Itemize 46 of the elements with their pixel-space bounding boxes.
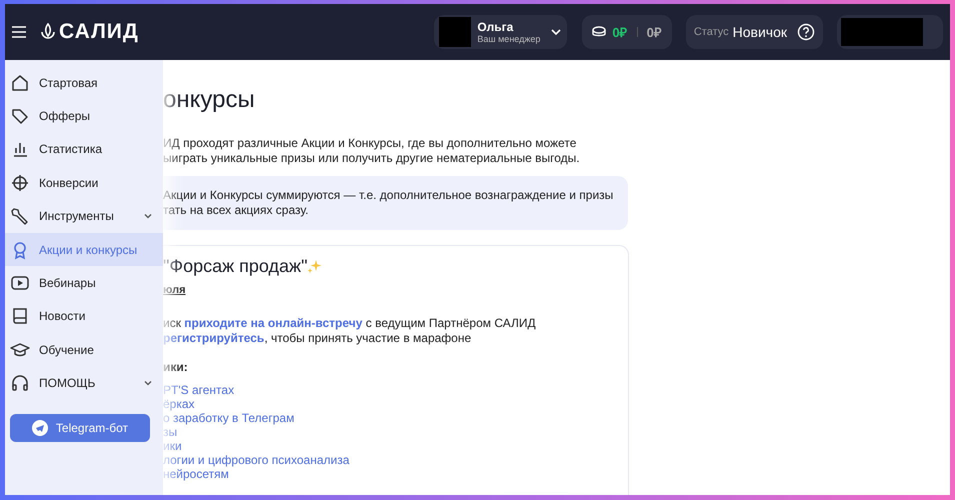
help-icon[interactable]: [797, 23, 815, 41]
telegram-bot-button[interactable]: Telegram-бот: [10, 414, 150, 442]
paper-plane-icon: [32, 420, 48, 436]
sidebar-item[interactable]: Инструменты: [5, 200, 163, 233]
logo-icon: [40, 23, 56, 41]
hold-balance: 0₽: [646, 24, 662, 41]
chevron-down-icon: [550, 27, 562, 37]
step-text: иск приходите на онлайн-встречу с ведущим Партнёром САЛИД: [163, 316, 537, 331]
info-text: Акции и Конкурсы суммируются — т.е. дополнительное вознаграждение и призы: [163, 188, 614, 203]
manager-dropdown[interactable]: Ольга Ваш менеджер: [434, 15, 568, 49]
manager-role: Ваш менеджер: [477, 34, 542, 44]
wrench-icon: [10, 206, 30, 226]
topics-label: ики:: [163, 360, 189, 375]
available-balance: 0₽: [612, 24, 628, 41]
coin-icon: [592, 26, 606, 38]
sidebar-item[interactable]: Вебинары: [5, 266, 163, 300]
intro-text: ыиграть уникальные призы или получить другие нематериальные выгоды.: [163, 151, 581, 166]
crosshair-icon: [10, 172, 30, 193]
sidebar-item[interactable]: Статистика: [5, 132, 163, 166]
page-title: онкурсы: [163, 86, 256, 114]
topic-link[interactable]: PT'S агентах: [163, 383, 628, 397]
date-text: юля: [163, 283, 187, 298]
status-label: Статус: [694, 26, 729, 38]
sidebar-item[interactable]: Обучение: [5, 333, 163, 367]
topic-link[interactable]: о заработку в Телеграм: [163, 411, 628, 425]
sidebar-item[interactable]: ПОМОЩЬ: [5, 366, 163, 400]
brand-logo[interactable]: САЛИД: [59, 20, 139, 44]
card-title: "Форсаж продаж": [163, 256, 308, 277]
sidebar-item[interactable]: Конверсии: [5, 166, 163, 200]
menu-icon[interactable]: [12, 26, 26, 38]
manager-name: Ольга: [477, 20, 514, 34]
sidebar-item[interactable]: Офферы: [5, 99, 163, 133]
status-value: Новичок: [732, 24, 787, 40]
topic-link[interactable]: нейросетям: [163, 467, 628, 481]
topic-link[interactable]: логии и цифрового психоанализа: [163, 453, 628, 467]
sidebar-item[interactable]: Новости: [5, 300, 163, 334]
sidebar-item[interactable]: Стартовая: [5, 66, 163, 100]
house-icon: [10, 72, 30, 93]
text-link[interactable]: регистрируйтесь: [163, 331, 264, 345]
text-link[interactable]: приходите на онлайн-встречу: [184, 316, 362, 330]
info-text: тать на всех акциях сразу.: [163, 203, 310, 218]
photo-placeholder: [439, 17, 472, 47]
sparkles-icon: [307, 259, 322, 274]
step-text: регистрируйтесь, чтобы принять участие в марафоне: [163, 331, 472, 346]
intro-text: ИД проходят различные Акции и Конкурсы, где вы дополнительно можете: [163, 136, 578, 151]
headphones-icon: [10, 373, 30, 394]
